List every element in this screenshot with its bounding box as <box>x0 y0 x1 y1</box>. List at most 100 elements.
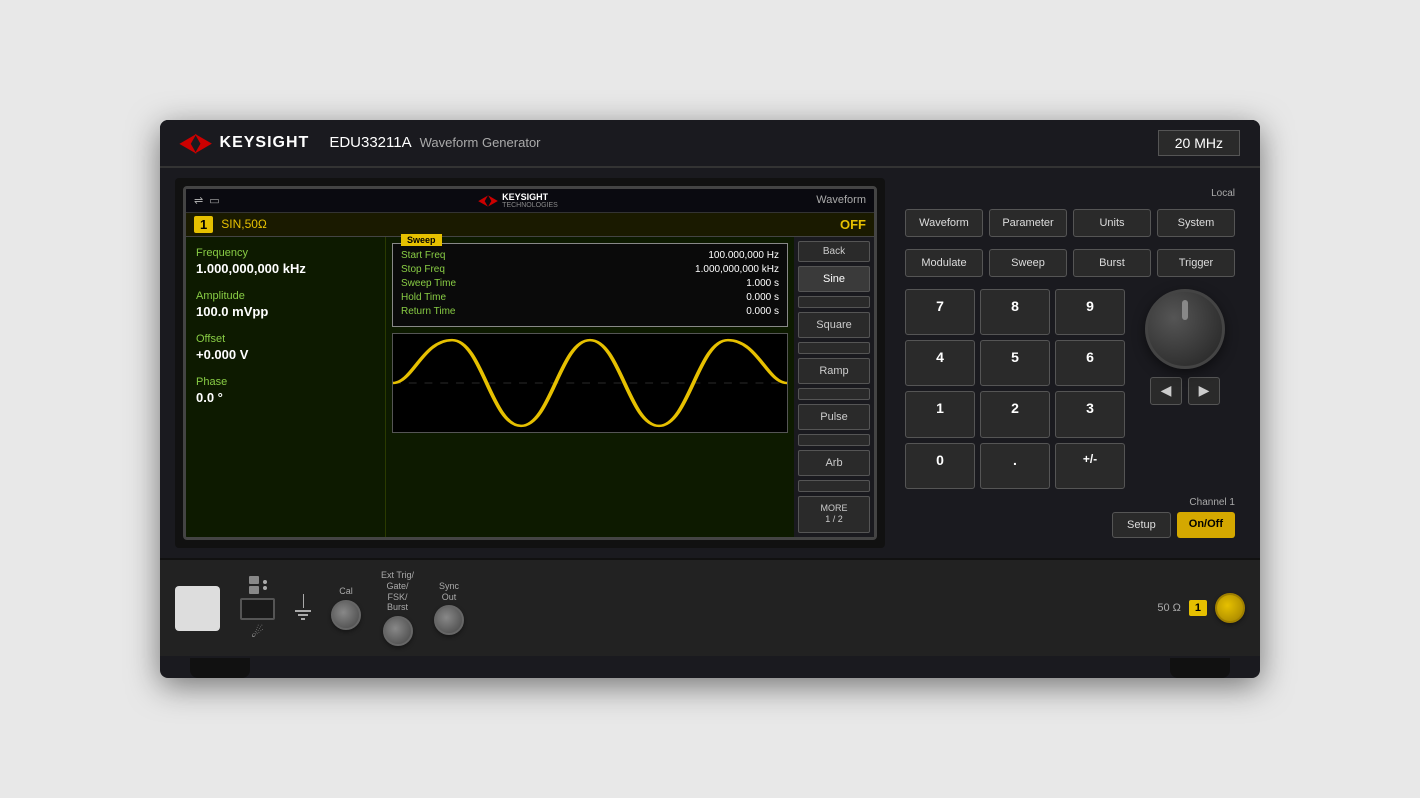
waveform-button[interactable]: Waveform <box>905 209 983 237</box>
burst-button[interactable]: Burst <box>1073 249 1151 277</box>
func-row-2: Modulate Sweep Burst Trigger <box>905 249 1235 277</box>
num-6-button[interactable]: 6 <box>1055 340 1125 386</box>
num-7-button[interactable]: 7 <box>905 289 975 335</box>
usb-icon: ⇌ <box>194 194 203 207</box>
left-foot <box>190 658 250 678</box>
amplitude-value: 100.0 mVpp <box>196 304 375 319</box>
return-time-value: 0.000 s <box>746 306 779 317</box>
start-freq-label: Start Freq <box>401 250 491 261</box>
num-9-button[interactable]: 9 <box>1055 289 1125 335</box>
sweep-tab: Sweep <box>401 234 442 246</box>
setup-button[interactable]: Setup <box>1112 512 1171 538</box>
square-button[interactable]: Square <box>798 312 870 338</box>
trigger-button[interactable]: Trigger <box>1157 249 1235 277</box>
sweep-button[interactable]: Sweep <box>989 249 1067 277</box>
ch1-output-group: 50 Ω 1 <box>1157 593 1245 623</box>
num-0-button[interactable]: 0 <box>905 443 975 489</box>
pulse-side-btn[interactable] <box>798 434 870 446</box>
units-button[interactable]: Units <box>1073 209 1151 237</box>
waveform-type-panel: Back Sine Square Ramp Pulse Arb MORE1 / … <box>794 237 874 537</box>
system-button[interactable]: System <box>1157 209 1235 237</box>
num-8-button[interactable]: 8 <box>980 289 1050 335</box>
small-chevron-icon: ⮜⮞ <box>478 192 498 209</box>
num-1-button[interactable]: 1 <box>905 391 975 437</box>
offset-value: +0.000 V <box>196 347 375 362</box>
instrument-body: ⮜⮞ KEYSIGHT EDU33211A Waveform Generator… <box>160 120 1260 679</box>
ch1-bnc-connector <box>1215 593 1245 623</box>
sweep-time-value: 1.000 s <box>746 278 779 289</box>
parameter-button[interactable]: Parameter <box>989 209 1067 237</box>
display-icon: ▭ <box>209 194 219 207</box>
start-freq-value: 100.000,000 Hz <box>708 250 779 261</box>
arb-button[interactable]: Arb <box>798 450 870 476</box>
num-5-button[interactable]: 5 <box>980 340 1050 386</box>
ext-trig-port-group: Ext Trig/Gate/FSK/Burst <box>381 570 414 646</box>
return-time-label: Return Time <box>401 306 491 317</box>
square-side-btn[interactable] <box>798 342 870 354</box>
num-2-button[interactable]: 2 <box>980 391 1050 437</box>
channel-btns-row: Setup On/Off <box>905 512 1235 538</box>
sine-button[interactable]: Sine <box>798 266 870 292</box>
numpad-grid: 7 8 9 4 5 6 1 2 3 0 . +/- <box>905 289 1125 489</box>
sync-out-label: SyncOut <box>439 581 459 603</box>
right-arrow-button[interactable]: ▶ <box>1188 377 1220 405</box>
func-row-1: Waveform Parameter Units System <box>905 209 1235 237</box>
top-bar: ⮜⮞ KEYSIGHT EDU33211A Waveform Generator… <box>160 120 1260 168</box>
pulse-button[interactable]: Pulse <box>798 404 870 430</box>
return-time-row: Return Time 0.000 s <box>401 306 779 317</box>
plusminus-button[interactable]: +/- <box>1055 443 1125 489</box>
screen-brand-sub: TECHNOLOGIES <box>502 202 558 209</box>
ext-trig-bnc-connector <box>383 616 413 646</box>
hold-time-row: Hold Time 0.000 s <box>401 292 779 303</box>
modulate-button[interactable]: Modulate <box>905 249 983 277</box>
frequency-param: Frequency 1.000,000,000 kHz <box>196 247 375 276</box>
usb-type-a-port[interactable] <box>240 598 275 620</box>
main-body: ⇌ ▭ ⮜⮞ KEYSIGHT TECHNOLOGIES Waveform 1 <box>160 168 1260 558</box>
sweep-time-label: Sweep Time <box>401 278 491 289</box>
waveform-display <box>392 333 788 433</box>
brand-name: KEYSIGHT <box>220 134 310 152</box>
phase-param: Phase 0.0 ° <box>196 376 375 405</box>
back-button[interactable]: Back <box>798 241 870 262</box>
sine-side-btn[interactable] <box>798 296 870 308</box>
frequency-value: 1.000,000,000 kHz <box>196 261 375 276</box>
frequency-label: Frequency <box>196 247 375 259</box>
ramp-button[interactable]: Ramp <box>798 358 870 384</box>
stop-freq-value: 1.000,000,000 kHz <box>695 264 779 275</box>
freq-badge: 20 MHz <box>1158 130 1240 156</box>
phase-value: 0.0 ° <box>196 390 375 405</box>
sweep-area: Sweep Start Freq 100.000,000 Hz Stop Fre… <box>386 237 794 537</box>
channel-bottom: Channel 1 Setup On/Off <box>905 497 1235 538</box>
arrow-buttons: ◀ ▶ <box>1150 377 1220 405</box>
knob-area: ◀ ▶ <box>1135 289 1235 489</box>
more-button[interactable]: MORE1 / 2 <box>798 496 870 533</box>
offset-label: Offset <box>196 333 375 345</box>
sweep-time-row: Sweep Time 1.000 s <box>401 278 779 289</box>
ramp-side-btn[interactable] <box>798 388 870 400</box>
waveform-svg <box>393 334 787 432</box>
ch1-badge: 1 <box>1189 600 1207 616</box>
cal-port-group: Cal <box>331 586 361 630</box>
ground-symbol <box>295 594 311 622</box>
brand-logo: ⮜⮞ KEYSIGHT <box>180 130 309 156</box>
keysight-screen-logo: ⮜⮞ KEYSIGHT TECHNOLOGIES <box>478 192 558 209</box>
power-button[interactable] <box>175 586 220 631</box>
device-subtitle: Waveform Generator <box>420 135 541 150</box>
rotary-knob[interactable] <box>1145 289 1225 369</box>
arb-side-btn[interactable] <box>798 480 870 492</box>
num-4-button[interactable]: 4 <box>905 340 975 386</box>
local-label: Local <box>905 188 1235 199</box>
channel-1-label: Channel 1 <box>905 497 1235 508</box>
model-name: EDU33211A <box>329 134 411 151</box>
sync-out-bnc-connector <box>434 605 464 635</box>
channel-config: SIN,50Ω <box>221 217 840 231</box>
instrument-feet <box>160 658 1260 678</box>
num-3-button[interactable]: 3 <box>1055 391 1125 437</box>
left-arrow-button[interactable]: ◀ <box>1150 377 1182 405</box>
screen-waveform-label: Waveform <box>816 194 866 206</box>
amplitude-label: Amplitude <box>196 290 375 302</box>
channel-number: 1 <box>194 216 213 233</box>
decimal-button[interactable]: . <box>980 443 1050 489</box>
onoff-button[interactable]: On/Off <box>1177 512 1235 538</box>
sync-out-port-group: SyncOut <box>434 581 464 636</box>
